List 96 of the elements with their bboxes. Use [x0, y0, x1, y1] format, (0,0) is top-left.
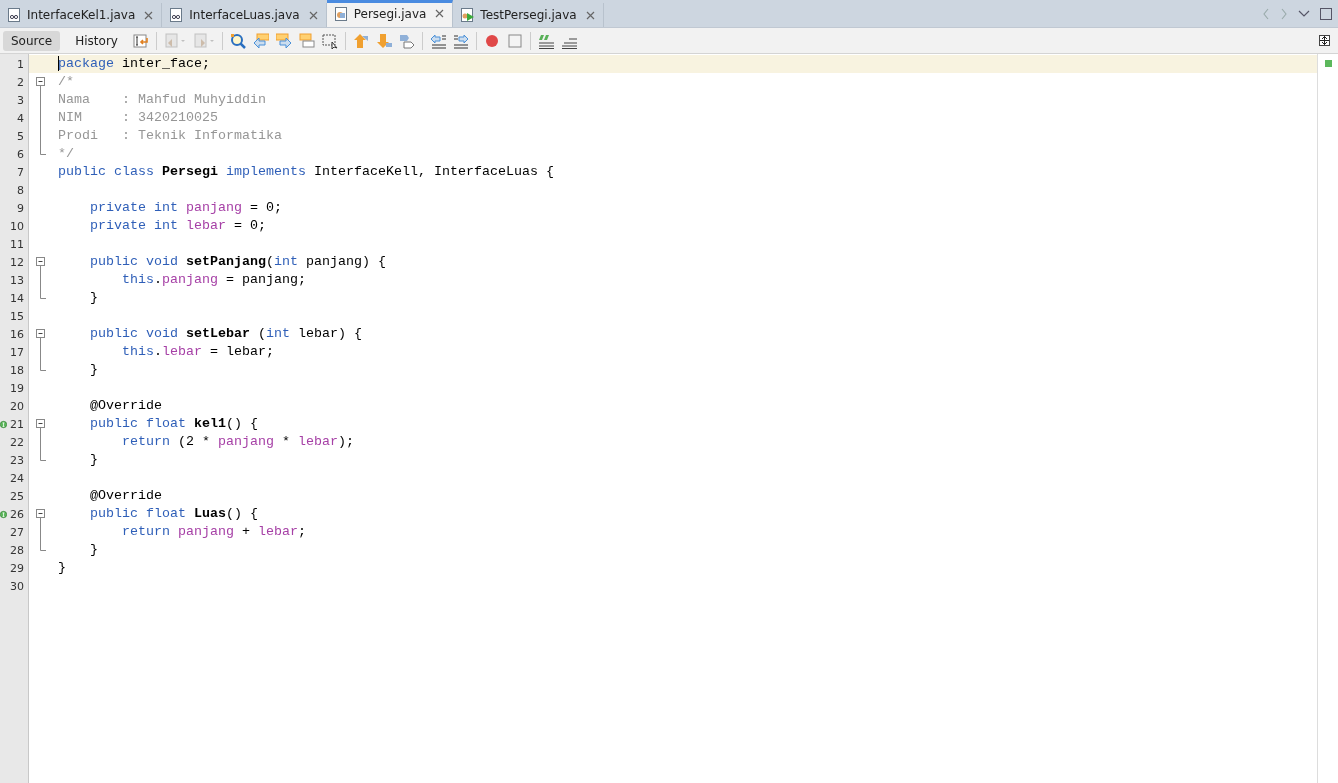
code-line: this.panjang = panjang;	[121, 272, 306, 287]
record-icon[interactable]	[483, 32, 500, 49]
arrow-down-icon[interactable]	[375, 32, 392, 49]
code-line: return (2 * panjang * lebar);	[121, 434, 354, 449]
fold-end-line	[40, 361, 46, 371]
close-icon[interactable]	[435, 9, 445, 18]
code-line: }	[89, 542, 98, 557]
line-number: 9	[17, 201, 24, 215]
code-line: private int panjang = 0;	[89, 200, 282, 215]
line-number: 14	[10, 291, 24, 305]
fold-line	[40, 271, 41, 289]
code-line: Prodi : Teknik Informatika	[58, 128, 282, 143]
line-number: 21	[10, 417, 24, 431]
line-number: 4	[17, 111, 24, 125]
fold-end-line	[40, 289, 46, 299]
implements-icon[interactable]	[0, 418, 7, 430]
highlight-icon[interactable]	[298, 32, 315, 49]
selection-icon[interactable]	[321, 32, 338, 49]
code-line: Nama : Mahfud Muhyiddin	[58, 92, 266, 107]
split-icon[interactable]	[1319, 35, 1330, 46]
line-number: 12	[10, 255, 24, 269]
arrow-right-icon[interactable]	[275, 32, 292, 49]
line-number: 16	[10, 327, 24, 341]
code-line: public void setLebar (int lebar) {	[89, 326, 362, 341]
line-number: 6	[17, 147, 24, 161]
line-number: 18	[10, 363, 24, 377]
code-line: public void setPanjang(int panjang) {	[89, 254, 386, 269]
chevron-down-icon[interactable]	[1298, 9, 1310, 18]
indent-right-icon[interactable]	[452, 32, 469, 49]
line-number: 23	[10, 453, 24, 467]
maximize-icon[interactable]	[1320, 7, 1332, 20]
code-line: public float kel1() {	[89, 416, 258, 431]
fold-end-line	[40, 145, 46, 155]
close-icon[interactable]	[308, 10, 318, 20]
code-line: @Override	[89, 488, 162, 503]
comment-icon[interactable]	[537, 32, 554, 49]
search-icon[interactable]	[229, 32, 246, 49]
line-number: 22	[10, 435, 24, 449]
code-line: }	[89, 452, 98, 467]
line-number: 17	[10, 345, 24, 359]
code-line: private int lebar = 0;	[89, 218, 266, 233]
editor-tab[interactable]: Persegi.java	[326, 0, 454, 27]
code-line: @Override	[89, 398, 162, 413]
line-number: 24	[10, 471, 24, 485]
fold-end-line	[40, 451, 46, 461]
close-icon[interactable]	[144, 10, 154, 20]
implements-icon[interactable]	[0, 508, 7, 520]
close-icon[interactable]	[585, 10, 595, 20]
code-line: }	[89, 290, 98, 305]
code-line: package inter_face;	[58, 56, 210, 71]
line-number: 15	[10, 309, 24, 323]
code-line: return panjang + lebar;	[121, 524, 306, 539]
code-line: NIM : 3420210025	[58, 110, 218, 125]
indent-left-icon[interactable]	[429, 32, 446, 49]
code-line: */	[58, 146, 74, 161]
code-line: this.lebar = lebar;	[121, 344, 274, 359]
line-number: 10	[10, 219, 24, 233]
line-number: 20	[10, 399, 24, 413]
line-number: 28	[10, 543, 24, 557]
line-number: 3	[17, 93, 24, 107]
code-line: }	[89, 362, 98, 377]
fold-line	[40, 433, 41, 451]
editor-tab[interactable]: TestPersegi.java	[453, 3, 604, 27]
code-line: public float Luas() {	[89, 506, 258, 521]
line-number: 19	[10, 381, 24, 395]
arrow-up-icon[interactable]	[352, 32, 369, 49]
line-number: 30	[10, 579, 24, 593]
editor-tab[interactable]: InterfaceLuas.java	[162, 3, 327, 27]
line-number: 25	[10, 489, 24, 503]
line-number: 13	[10, 273, 24, 287]
line-number: 29	[10, 561, 24, 575]
interface-file-icon	[169, 8, 185, 22]
shape-icon[interactable]	[398, 32, 415, 49]
view-tab[interactable]: History	[67, 30, 126, 51]
code-line: /*	[58, 74, 74, 89]
view-tab[interactable]: Source	[3, 30, 61, 51]
status-ok-icon	[1324, 60, 1332, 67]
editor-tab[interactable]: InterfaceKel1.java	[0, 3, 163, 27]
code-line: }	[58, 560, 66, 575]
line-number: 7	[17, 165, 24, 179]
arrow-left-icon[interactable]	[252, 32, 269, 49]
line-number: 26	[10, 507, 24, 521]
class-file-icon	[333, 6, 349, 21]
line-number: 1	[17, 57, 24, 71]
fold-line	[40, 343, 41, 361]
fold-end-line	[40, 541, 46, 551]
line-number: 2	[17, 75, 24, 89]
line-number: 8	[17, 183, 24, 197]
jump-icon[interactable]	[132, 32, 149, 49]
test-file-icon	[460, 8, 476, 22]
line-number: 5	[17, 129, 24, 143]
interface-file-icon	[7, 8, 22, 22]
line-number: 11	[10, 237, 24, 251]
code-line: public class Persegi implements InterfaceKell, InterfaceLuas {	[58, 164, 554, 179]
line-number: 27	[10, 525, 24, 539]
fold-line	[40, 523, 41, 541]
